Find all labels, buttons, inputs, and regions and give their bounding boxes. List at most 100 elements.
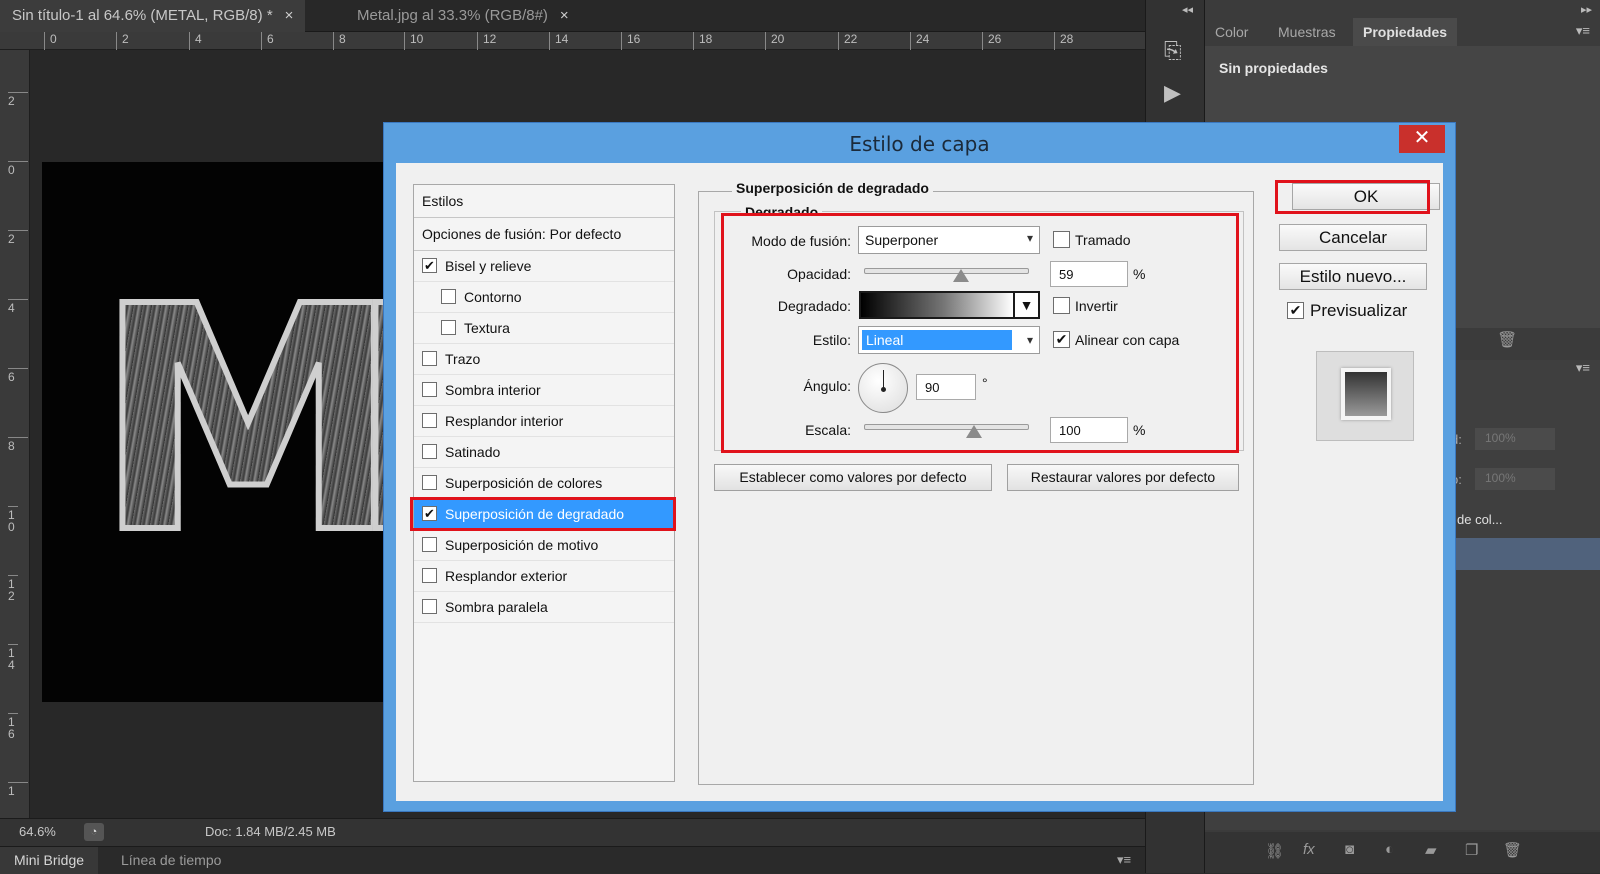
- style-item-satin[interactable]: Satinado: [414, 437, 674, 468]
- ruler-tick: 22: [838, 32, 857, 50]
- style-item-drop-shadow[interactable]: Sombra paralela: [414, 592, 674, 623]
- ruler-tick: 1 6: [8, 713, 18, 740]
- ruler-tick: 24: [910, 32, 929, 50]
- style-checkbox[interactable]: [441, 320, 456, 335]
- properties-empty-text: Sin propiedades: [1219, 60, 1328, 76]
- panel-menu-icon[interactable]: ▾≡: [1576, 360, 1590, 376]
- style-item-pattern-overlay[interactable]: Superposición de motivo: [414, 530, 674, 561]
- style-item-bevel[interactable]: ✔ Bisel y relieve: [414, 251, 674, 282]
- ruler-tick: 16: [621, 32, 640, 50]
- tab-timeline[interactable]: Línea de tiempo: [107, 847, 235, 874]
- style-item-inner-shadow[interactable]: Sombra interior: [414, 375, 674, 406]
- ruler-tick: 0: [44, 32, 57, 50]
- ruler-tick: 26: [982, 32, 1001, 50]
- status-bar: 64.6% ◔ Doc: 1.84 MB/2.45 MB: [0, 818, 1145, 846]
- new-style-button[interactable]: Estilo nuevo...: [1279, 263, 1427, 290]
- style-item-label: Sombra interior: [445, 382, 541, 398]
- ruler-tick: 12: [477, 32, 496, 50]
- style-checkbox[interactable]: [422, 537, 437, 552]
- ruler-tick: 8: [333, 32, 346, 50]
- ruler-tick: 1 0: [8, 506, 18, 533]
- style-checkbox[interactable]: ✔: [422, 258, 437, 273]
- ruler-tick: 2: [116, 32, 129, 50]
- collapse-icon[interactable]: ◂◂: [1182, 3, 1193, 16]
- style-item-texture[interactable]: Textura: [414, 313, 674, 344]
- style-item-label: Resplandor interior: [445, 413, 564, 429]
- trash-icon[interactable]: 🗑: [1503, 841, 1522, 859]
- close-icon[interactable]: ✕: [1399, 125, 1445, 153]
- ruler-tick: 1 2: [8, 575, 18, 602]
- document-tab-sin-titulo[interactable]: Sin título-1 al 64.6% (METAL, RGB/8) * ×: [0, 0, 306, 32]
- opacity-field[interactable]: 100%: [1475, 428, 1555, 450]
- expand-icon[interactable]: ▸▸: [1581, 3, 1592, 16]
- ruler-tick: 6: [8, 368, 28, 383]
- preview-checkbox[interactable]: ✔: [1287, 302, 1304, 319]
- folder-icon[interactable]: ▰: [1425, 841, 1437, 859]
- style-checkbox[interactable]: [441, 289, 456, 304]
- tab-swatches[interactable]: Muestras: [1268, 18, 1346, 46]
- selected-layer-row[interactable]: [1455, 538, 1600, 570]
- mask-icon[interactable]: ◙: [1345, 841, 1354, 858]
- close-tab-icon[interactable]: ×: [285, 7, 294, 24]
- ruler-tick: 0: [8, 161, 28, 176]
- tab-properties[interactable]: Propiedades: [1353, 18, 1458, 46]
- panel-menu-icon[interactable]: ▾≡: [1117, 852, 1131, 868]
- style-checkbox[interactable]: [422, 599, 437, 614]
- ruler-tick: 1 4: [8, 644, 18, 671]
- dialog-title: Estilo de capa: [849, 132, 990, 156]
- style-item-inner-glow[interactable]: Resplandor interior: [414, 406, 674, 437]
- style-item-label: Sombra paralela: [445, 599, 548, 615]
- style-item-outer-glow[interactable]: Resplandor exterior: [414, 561, 674, 592]
- reset-default-button[interactable]: Restaurar valores por defecto: [1007, 464, 1239, 491]
- close-tab-icon[interactable]: ×: [560, 7, 569, 24]
- document-size: Doc: 1.84 MB/2.45 MB: [205, 824, 336, 839]
- cancel-button[interactable]: Cancelar: [1279, 224, 1427, 251]
- document-canvas[interactable]: M M: [42, 162, 658, 702]
- link-icon[interactable]: ⛓: [1265, 842, 1284, 860]
- actions-play-icon[interactable]: ▶: [1164, 80, 1181, 106]
- ruler-tick: 2: [8, 230, 28, 245]
- ruler-tick: 14: [549, 32, 568, 50]
- ruler-tick: 8: [8, 437, 28, 452]
- preview-swatch: [1341, 368, 1391, 420]
- style-checkbox[interactable]: [422, 351, 437, 366]
- fill-field[interactable]: 100%: [1475, 468, 1555, 490]
- style-item-stroke[interactable]: Trazo: [414, 344, 674, 375]
- highlight-box: [410, 497, 676, 531]
- section-title: Superposición de degradado: [732, 180, 933, 196]
- adjustment-icon[interactable]: ◐: [1385, 841, 1394, 858]
- ruler-tick: 18: [693, 32, 712, 50]
- style-checkbox[interactable]: [422, 568, 437, 583]
- panel-menu-icon[interactable]: ▾≡: [1576, 23, 1590, 39]
- document-tab-label: Sin título-1 al 64.6% (METAL, RGB/8) *: [12, 7, 273, 24]
- blending-options-item[interactable]: Opciones de fusión: Por defecto: [414, 218, 674, 251]
- zoom-level[interactable]: 64.6%: [19, 824, 56, 839]
- style-checkbox[interactable]: [422, 475, 437, 490]
- new-layer-icon[interactable]: ❐: [1465, 841, 1478, 859]
- share-icon[interactable]: ◔: [84, 823, 104, 841]
- style-item-contour[interactable]: Contorno: [414, 282, 674, 313]
- tab-color[interactable]: Color: [1205, 18, 1258, 46]
- style-item-label: Textura: [464, 320, 510, 336]
- style-item-label: Contorno: [464, 289, 522, 305]
- style-item-label: Superposición de motivo: [445, 537, 599, 553]
- fx-icon[interactable]: fx: [1303, 841, 1315, 858]
- document-tab-metal[interactable]: Metal.jpg al 33.3% (RGB/8#) ×: [345, 0, 581, 32]
- style-item-label: Trazo: [445, 351, 481, 367]
- style-checkbox[interactable]: [422, 444, 437, 459]
- history-icon[interactable]: ⎘: [1164, 38, 1182, 64]
- layer-effect-name[interactable]: de col...: [1457, 512, 1503, 527]
- style-item-color-overlay[interactable]: Superposición de colores: [414, 468, 674, 499]
- style-checkbox[interactable]: [422, 382, 437, 397]
- style-checkbox[interactable]: [422, 413, 437, 428]
- trash-icon[interactable]: 🗑: [1497, 330, 1517, 350]
- ruler-tick: 4: [189, 32, 202, 50]
- style-item-label: Resplandor exterior: [445, 568, 568, 584]
- document-tab-bar: Sin título-1 al 64.6% (METAL, RGB/8) * × …: [0, 0, 1145, 32]
- ruler-tick: 28: [1054, 32, 1073, 50]
- tab-mini-bridge[interactable]: Mini Bridge: [0, 847, 99, 874]
- make-default-button[interactable]: Establecer como valores por defecto: [714, 464, 992, 491]
- vertical-ruler: 2 0 2 4 6 8 1 0 1 2 1 4 1 6 1: [0, 50, 30, 818]
- ruler-tick: 10: [404, 32, 423, 50]
- styles-header[interactable]: Estilos: [414, 185, 674, 218]
